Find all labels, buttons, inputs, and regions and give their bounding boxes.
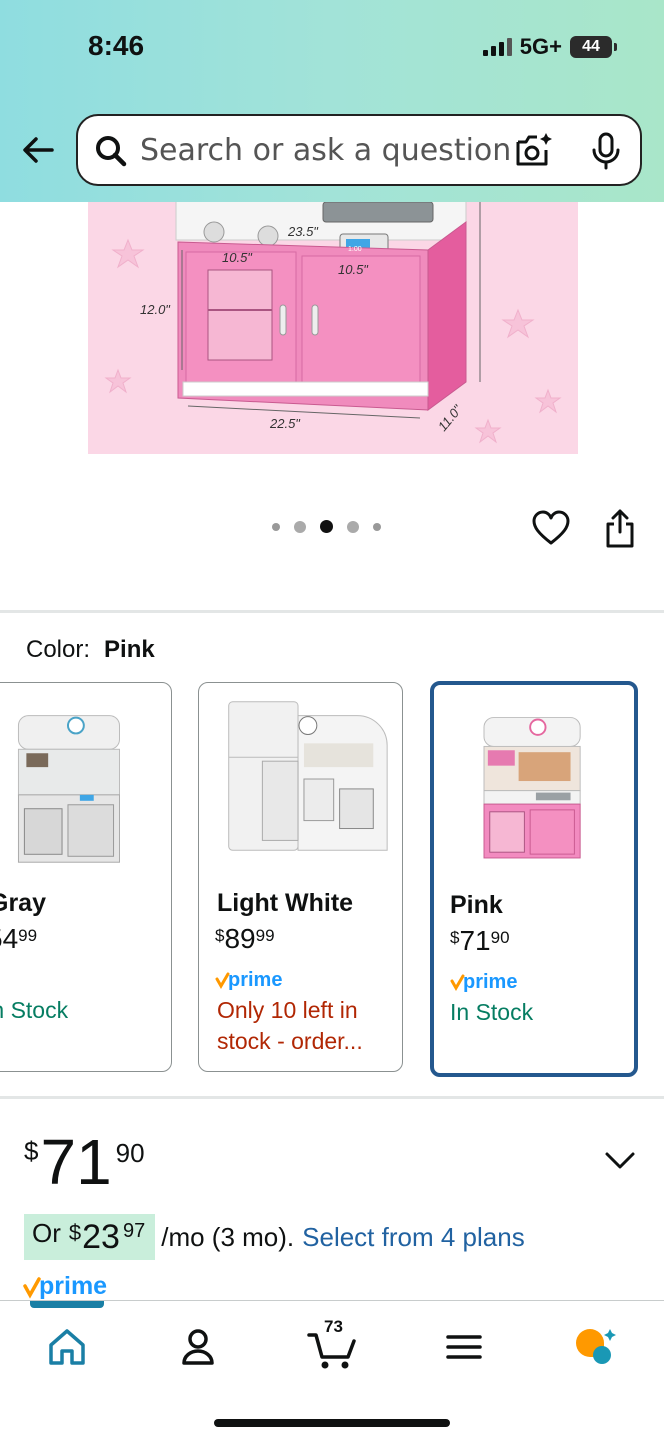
dimension-label: 10.5" (338, 262, 369, 277)
section-divider (0, 1096, 664, 1099)
carousel-dot[interactable] (347, 520, 359, 533)
carousel-dots (272, 520, 381, 533)
search-bar[interactable] (76, 114, 642, 186)
signal-icon (482, 38, 512, 56)
variant-name: Light White (217, 889, 354, 917)
menu-icon[interactable] (440, 1323, 488, 1371)
oven-display-text: 1:00 (348, 246, 362, 253)
selected-color: Pink (104, 636, 155, 663)
installment-offer: Or $ 23 97 /mo (3 mo). Select from 4 pla… (24, 1214, 525, 1260)
battery-level: 44 (582, 38, 600, 55)
heart-icon[interactable] (532, 510, 570, 546)
variant-stock: Only 10 left in stock - order... (217, 997, 363, 1054)
variant-card-gray[interactable]: Gray 5499 In Stock (0, 682, 172, 1072)
variant-price: $7190 (450, 925, 510, 956)
cart-count: 73 (324, 1317, 343, 1336)
prime-logo-icon: prime (450, 971, 517, 993)
chevron-down-icon[interactable] (604, 1150, 636, 1172)
active-tab-indicator (30, 1301, 104, 1308)
dimension-label: 22.5" (269, 416, 301, 431)
product-image[interactable]: 23.5" 10.5" 10.5" 12.0" 22.5" 11.0" 1:00 (88, 160, 578, 454)
camera-search-icon[interactable] (514, 130, 554, 170)
dimension-label: 10.5" (222, 250, 253, 265)
svg-text:prime: prime (39, 1272, 107, 1300)
price-whole: 71 (40, 1126, 112, 1198)
home-indicator (214, 1419, 450, 1427)
installment-terms: /mo (3 mo). (161, 1221, 295, 1252)
carousel-dot[interactable] (294, 520, 306, 533)
variant-stock: In Stock (450, 999, 534, 1025)
svg-text:prime: prime (463, 971, 517, 993)
variant-card-light-white[interactable]: Light White $8999 prime Only 10 left in … (198, 682, 403, 1072)
status-indicators: 5G+ 44 (482, 34, 617, 60)
svg-text:prime: prime (228, 969, 282, 991)
carousel-dot[interactable] (272, 522, 280, 531)
variant-card-pink-selected[interactable]: Pink $7190 prime In Stock (430, 681, 638, 1077)
home-icon[interactable] (43, 1323, 91, 1371)
back-arrow-icon[interactable] (18, 130, 58, 170)
carousel-dot[interactable] (373, 522, 381, 531)
dimension-label: 12.0" (140, 302, 171, 317)
rufus-assistant-icon[interactable] (572, 1323, 620, 1371)
search-icon (96, 136, 127, 167)
variant-image (483, 717, 581, 859)
carousel-dot-active[interactable] (320, 520, 333, 533)
variant-name: Pink (450, 891, 503, 919)
variant-stock: In Stock (0, 997, 69, 1023)
variant-price: $8999 (215, 923, 275, 954)
installment-amount: Or $ 23 97 (24, 1214, 156, 1260)
battery-icon: 44 (570, 36, 617, 58)
bottom-navigation: 73 (0, 1300, 664, 1440)
prime-logo-icon: prime (215, 969, 282, 991)
top-header: 8:46 5G+ 44 (0, 0, 664, 202)
dimension-label: 23.5" (287, 224, 319, 239)
color-label: Color: Pink (26, 636, 155, 664)
microphone-icon[interactable] (590, 132, 622, 170)
main-price: $ 71 90 (24, 1126, 145, 1198)
select-plans-link[interactable]: Select from 4 plans (302, 1222, 525, 1253)
product-page: 23.5" 10.5" 10.5" 12.0" 22.5" 11.0" 1:00… (0, 0, 664, 1440)
variant-image (228, 701, 388, 851)
search-input[interactable] (140, 128, 530, 172)
section-divider (0, 610, 664, 613)
variant-price: 5499 (0, 923, 38, 954)
status-time: 8:46 (88, 30, 145, 61)
network-label: 5G+ (519, 34, 562, 59)
price-currency: $ (24, 1136, 39, 1166)
account-icon[interactable] (174, 1323, 222, 1371)
color-label-text: Color: (26, 636, 91, 663)
share-icon[interactable] (604, 508, 636, 548)
variant-name: Gray (0, 889, 46, 917)
variant-image (17, 715, 120, 863)
kitchen-dimensions-illustration: 23.5" 10.5" 10.5" 12.0" 22.5" 11.0" 1:00 (88, 160, 578, 454)
price-fraction: 90 (115, 1138, 145, 1168)
